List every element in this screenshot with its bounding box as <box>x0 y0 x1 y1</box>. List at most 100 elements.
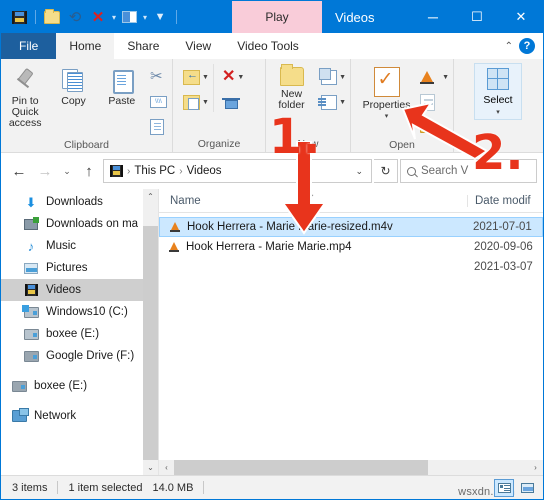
select-grid-icon <box>487 68 509 90</box>
recent-locations-button[interactable]: ⌄ <box>59 159 75 183</box>
rename-button[interactable] <box>221 92 244 112</box>
sidebar-item-windows10-c[interactable]: Windows10 (C:) <box>1 301 158 323</box>
scroll-up-icon[interactable]: ⌃ <box>143 189 158 204</box>
customize-icon[interactable]: ▼ <box>150 7 170 27</box>
sidebar-item-google-drive-f[interactable]: Google Drive (F:) <box>1 345 158 367</box>
back-button[interactable]: ← <box>7 159 31 183</box>
sidebar-item-boxee-e[interactable]: boxee (E:) <box>1 323 158 345</box>
new-folder-icon[interactable] <box>42 7 62 27</box>
collapse-ribbon-icon[interactable]: ⌃ <box>505 41 513 52</box>
tab-file[interactable]: File <box>1 33 57 59</box>
edit-button[interactable] <box>420 92 449 112</box>
properties-caret-icon[interactable]: ▾ <box>385 112 389 120</box>
select-button[interactable]: Select ▾ <box>474 63 522 120</box>
paste-shortcut-button[interactable] <box>149 117 168 137</box>
tab-video-tools[interactable]: Video Tools <box>224 33 312 59</box>
explorer-icon[interactable] <box>9 7 29 27</box>
breadcrumb-this-pc[interactable]: This PC <box>134 165 175 177</box>
file-name-label: Hook Herrera - Marie Marie.mp4 <box>186 241 352 253</box>
properties-button[interactable]: Properties ▾ <box>357 64 416 120</box>
properties-icon[interactable] <box>119 7 139 27</box>
open-with-caret-icon[interactable]: ▼ <box>442 74 449 81</box>
hscrollbar-thumb[interactable] <box>174 460 428 475</box>
table-row[interactable]: Hook Herrera - Marie Marie.mp4 2020-09-0… <box>159 237 543 257</box>
breadcrumb-dropdown-icon[interactable]: ⌄ <box>351 166 367 177</box>
move-to-button[interactable]: ▼ <box>183 67 209 87</box>
delete-icon[interactable]: ✕ <box>88 7 108 27</box>
cut-button[interactable]: ✂ <box>150 67 168 87</box>
new-small-buttons: ▼ ▼ <box>317 64 350 112</box>
open-with-button[interactable]: ▼ <box>420 67 449 87</box>
help-icon[interactable]: ? <box>519 38 535 54</box>
sidebar-item-pictures[interactable]: Pictures <box>1 257 158 279</box>
search-placeholder: Search V <box>421 165 469 177</box>
refresh-button[interactable]: ↻ <box>374 159 398 183</box>
status-bar: 3 items 1 item selected 14.0 MB wsxdn.co… <box>1 475 543 499</box>
contextual-tab-header-play[interactable]: Play <box>232 1 322 33</box>
hscroll-right-icon[interactable]: › <box>528 463 543 472</box>
undo-icon[interactable]: ⟲ <box>65 7 85 27</box>
sidebar-item-downloads[interactable]: ⬇ Downloads <box>1 191 158 213</box>
status-divider <box>57 481 59 494</box>
move-to-icon <box>183 69 200 85</box>
history-button[interactable] <box>420 117 449 137</box>
properties-dropdown-icon[interactable]: ▾ <box>143 13 147 22</box>
large-icons-view-button[interactable] <box>517 479 537 497</box>
up-button[interactable]: ↑ <box>77 159 101 183</box>
close-button[interactable]: ✕ <box>499 1 543 33</box>
forward-button[interactable]: → <box>33 159 57 183</box>
sidebar-item-music[interactable]: ♪ Music <box>1 235 158 257</box>
scrollbar-track[interactable] <box>143 204 158 460</box>
table-row[interactable]: 2021-03-07 <box>159 257 543 277</box>
view-buttons <box>494 478 537 497</box>
table-row[interactable]: Hook Herrera - Marie Marie-resized.m4v 2… <box>159 217 543 237</box>
select-caret-icon[interactable]: ▾ <box>496 108 500 116</box>
move-to-caret-icon[interactable]: ▼ <box>202 74 209 81</box>
copy-path-button[interactable]: \\\\ <box>149 92 168 112</box>
breadcrumb-videos[interactable]: Videos <box>187 165 222 177</box>
file-name-cell: Hook Herrera - Marie Marie-resized.m4v <box>160 221 466 233</box>
hscroll-left-icon[interactable]: ‹ <box>159 463 174 472</box>
new-folder-button[interactable]: New folder <box>266 64 317 111</box>
item-count-label: 3 items <box>12 481 48 494</box>
sidebar-item-downloads-on-ma[interactable]: Downloads on ma <box>1 213 158 235</box>
sidebar-item-network[interactable]: Network <box>1 405 158 427</box>
group-label-clipboard: Clipboard <box>64 138 109 151</box>
sidebar-item-boxee-e-root[interactable]: boxee (E:) <box>1 375 158 397</box>
scrollbar-thumb[interactable] <box>143 226 158 460</box>
new-item-button[interactable]: ▼ <box>319 67 346 87</box>
copy-to-button[interactable]: ▼ <box>183 92 209 112</box>
breadcrumb[interactable]: › This PC › Videos ⌄ <box>103 159 372 183</box>
organize-col-2: ✕ ▼ <box>212 64 248 112</box>
sort-indicator-icon: ⌄ <box>307 188 316 200</box>
file-list-horizontal-scrollbar[interactable]: ‹ › <box>159 460 543 475</box>
pin-icon <box>12 67 38 93</box>
column-header-date-modified[interactable]: Date modif <box>467 194 543 207</box>
sidebar-item-videos[interactable]: Videos <box>1 279 158 301</box>
delete-caret-icon[interactable]: ▼ <box>237 74 244 81</box>
scroll-down-icon[interactable]: ⌄ <box>143 460 158 475</box>
new-item-caret-icon[interactable]: ▼ <box>339 74 346 81</box>
tab-share[interactable]: Share <box>114 33 173 59</box>
navigation-pane-scrollbar[interactable]: ⌃ ⌄ <box>143 189 158 475</box>
easy-access-caret-icon[interactable]: ▼ <box>339 99 346 106</box>
drive-icon <box>11 380 27 392</box>
tab-view[interactable]: View <box>172 33 225 59</box>
minimize-button[interactable]: ─ <box>411 1 455 33</box>
tab-home[interactable]: Home <box>56 33 115 59</box>
paste-button[interactable]: Paste <box>98 64 146 107</box>
ribbon-controls: ⌃ ? <box>496 33 543 59</box>
details-view-button[interactable] <box>494 478 514 497</box>
column-header-name[interactable]: Name ⌄ <box>159 189 467 207</box>
copy-to-caret-icon[interactable]: ▼ <box>202 99 209 106</box>
pin-to-quick-access-button[interactable]: Pin to Quick access <box>1 64 49 129</box>
hscrollbar-track[interactable] <box>174 460 528 475</box>
maximize-button[interactable]: ☐ <box>455 1 499 33</box>
delete-dropdown-icon[interactable]: ▾ <box>112 13 116 22</box>
copy-button[interactable]: Copy <box>49 64 97 107</box>
sidebar-item-label: Downloads <box>46 196 103 208</box>
sidebar-item-label: Music <box>46 240 77 252</box>
search-input[interactable]: Search V <box>400 159 537 183</box>
delete-button[interactable]: ✕ ▼ <box>222 67 244 87</box>
easy-access-button[interactable]: ▼ <box>318 92 346 112</box>
